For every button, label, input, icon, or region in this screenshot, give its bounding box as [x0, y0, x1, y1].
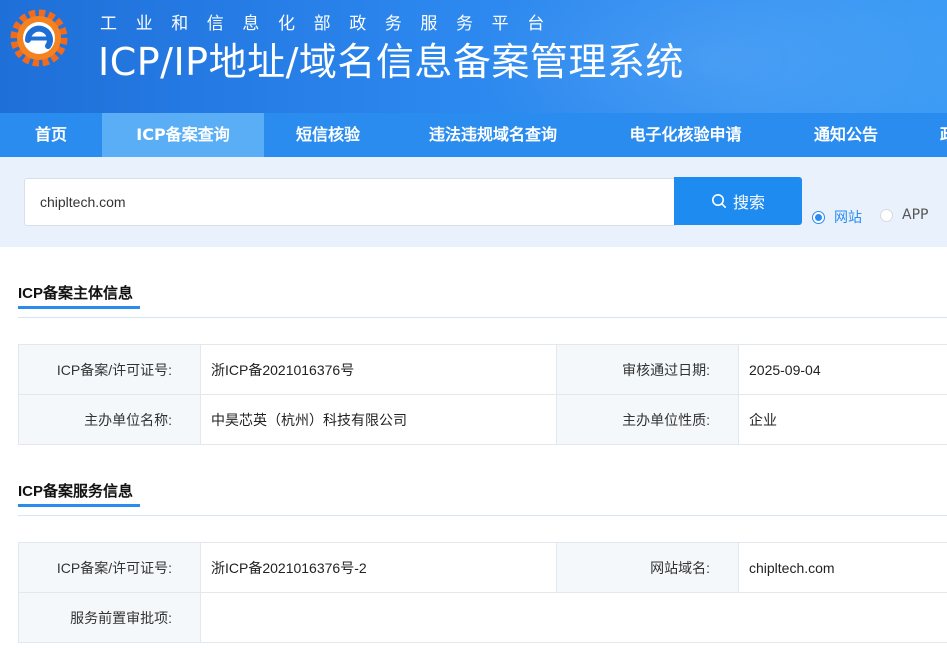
subject-section-divider [18, 317, 947, 318]
subject-info-table: ICP备案/许可证号: 浙ICP备2021016376号 审核通过日期: 202… [18, 344, 947, 445]
table-row: ICP备案/许可证号: 浙ICP备2021016376号-2 网站域名: chi… [18, 542, 947, 593]
nav-item-icp-query[interactable]: ICP备案查询 [102, 113, 264, 157]
service-section-underline [18, 504, 140, 507]
radio-website[interactable]: 网站 [812, 207, 862, 227]
search-icon [711, 194, 726, 208]
website-domain-label: 网站域名: [556, 542, 739, 593]
table-row: 主办单位名称: 中昊芯英（杭州）科技有限公司 主办单位性质: 企业 [18, 394, 947, 445]
table-row: ICP备案/许可证号: 浙ICP备2021016376号 审核通过日期: 202… [18, 344, 947, 395]
service-section-title: ICP备案服务信息 [18, 483, 134, 500]
subject-section-underline [18, 306, 140, 309]
site-header: 工业和信息化部政务服务平台 ICP/IP地址/域名信息备案管理系统 [0, 0, 947, 113]
subject-section-title: ICP备案主体信息 [18, 285, 134, 302]
nav-item-notices[interactable]: 通知公告 [777, 113, 915, 157]
approval-date-label: 审核通过日期: [556, 344, 739, 395]
organizer-name-label: 主办单位名称: [18, 394, 201, 445]
service-record-number-label: ICP备案/许可证号: [18, 542, 201, 593]
pre-approval-label: 服务前置审批项: [18, 592, 201, 643]
record-number-label: ICP备案/许可证号: [18, 344, 201, 395]
page-title: ICP/IP地址/域名信息备案管理系统 [98, 40, 684, 84]
pre-approval-value [200, 592, 947, 643]
nav-item-e-verify-apply[interactable]: 电子化核验申请 [594, 113, 777, 157]
table-row: 服务前置审批项: [18, 592, 947, 643]
nav-item-home[interactable]: 首页 [0, 113, 102, 157]
organizer-type-value: 企业 [738, 394, 947, 445]
website-domain-value: chipltech.com [738, 542, 947, 593]
search-button-label: 搜索 [732, 193, 765, 212]
organizer-type-label: 主办单位性质: [556, 394, 739, 445]
radio-app-label: APP [902, 207, 929, 223]
radio-website-label: 网站 [834, 210, 862, 226]
radio-website-dot[interactable] [812, 210, 825, 224]
organizer-name-value: 中昊芯英（杭州）科技有限公司 [200, 394, 557, 445]
ministry-logo-icon[interactable] [6, 2, 72, 74]
search-input[interactable] [24, 178, 676, 226]
service-record-number-value: 浙ICP备2021016376号-2 [200, 542, 557, 593]
record-number-value: 浙ICP备2021016376号 [200, 344, 557, 395]
nav-item-policy[interactable]: 政 [915, 113, 947, 157]
search-area: 搜索 网站 APP [0, 157, 947, 247]
nav-item-sms-verify[interactable]: 短信核验 [264, 113, 392, 157]
search-button[interactable]: 搜索 [674, 177, 802, 225]
radio-app-dot[interactable] [880, 208, 893, 222]
nav-item-illegal-domain-query[interactable]: 违法违规域名查询 [392, 113, 594, 157]
service-section-divider [18, 515, 947, 516]
approval-date-value: 2025-09-04 [738, 344, 947, 395]
service-info-table: ICP备案/许可证号: 浙ICP备2021016376号-2 网站域名: chi… [18, 542, 947, 643]
radio-app[interactable]: APP [880, 207, 928, 223]
main-nav: 首页 ICP备案查询 短信核验 违法违规域名查询 电子化核验申请 通知公告 政 [0, 113, 947, 157]
